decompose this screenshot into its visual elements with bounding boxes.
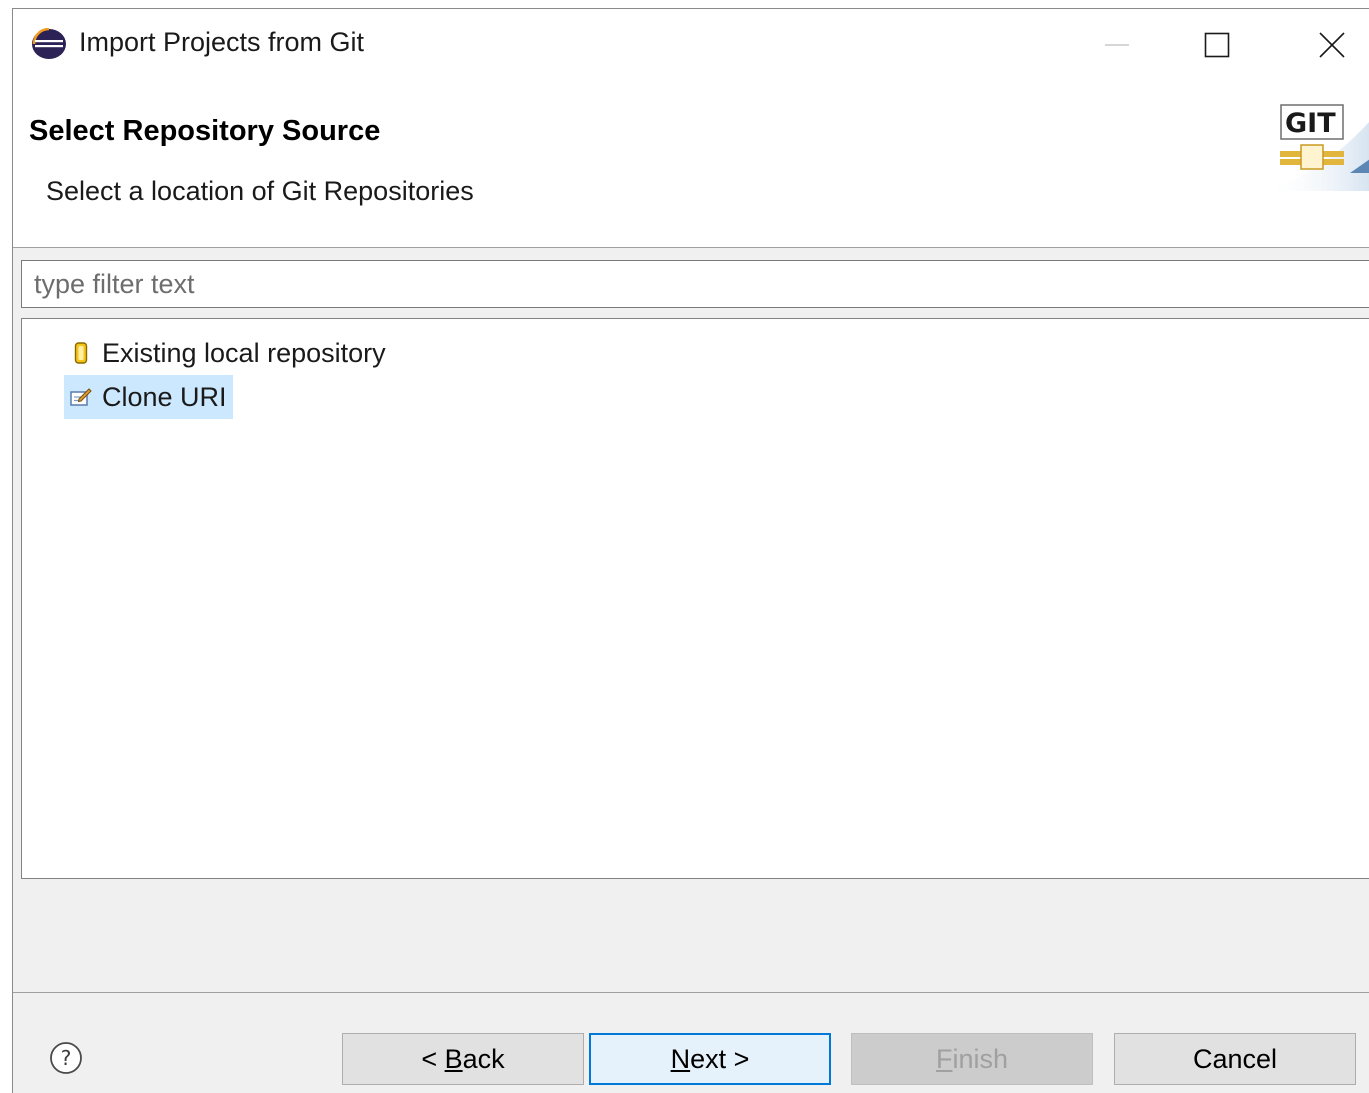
minimize-icon bbox=[1105, 44, 1129, 46]
clone-uri-icon bbox=[66, 383, 96, 411]
maximize-icon bbox=[1204, 32, 1230, 58]
page-title: Select Repository Source bbox=[29, 115, 381, 147]
filter-input[interactable] bbox=[21, 260, 1369, 308]
tree-item-label: Clone URI bbox=[102, 381, 227, 412]
finish-button-mnemonic: F bbox=[935, 1043, 953, 1074]
next-button-label: ext > bbox=[690, 1043, 750, 1074]
background-strip bbox=[0, 0, 12, 1093]
button-bar-separator bbox=[13, 992, 1369, 993]
cancel-button-label: Cancel bbox=[1192, 1043, 1278, 1074]
close-button[interactable] bbox=[1293, 9, 1369, 81]
eclipse-icon bbox=[32, 28, 66, 59]
title-bar: Import Projects from Git bbox=[13, 9, 1369, 81]
back-button-label: ack bbox=[462, 1043, 505, 1074]
tree-item-clone-uri[interactable]: Clone URI bbox=[64, 375, 233, 419]
next-button-mnemonic: N bbox=[670, 1043, 691, 1074]
finish-button-label: inish bbox=[952, 1043, 1009, 1074]
minimize-button[interactable] bbox=[1078, 9, 1156, 81]
back-button-prefix: < bbox=[421, 1043, 445, 1074]
svg-text:?: ? bbox=[61, 1046, 72, 1070]
back-button-mnemonic: B bbox=[444, 1043, 463, 1074]
close-icon bbox=[1319, 32, 1345, 58]
back-button[interactable]: < Back bbox=[342, 1033, 584, 1085]
tree-item-existing-local-repository[interactable]: Existing local repository bbox=[64, 331, 392, 375]
import-dialog: Import Projects from Git Select Reposito… bbox=[12, 8, 1369, 1093]
cancel-button[interactable]: Cancel bbox=[1114, 1033, 1356, 1085]
git-banner-icon: GIT bbox=[1265, 104, 1369, 191]
page-description: Select a location of Git Repositories bbox=[46, 176, 474, 206]
maximize-button[interactable] bbox=[1178, 9, 1256, 81]
wizard-header: Select Repository Source Select a locati… bbox=[13, 81, 1369, 248]
tree-item-label: Existing local repository bbox=[102, 337, 386, 368]
git-banner-label: GIT bbox=[1285, 108, 1336, 139]
window-title: Import Projects from Git bbox=[79, 27, 365, 57]
finish-button: Finish bbox=[851, 1033, 1093, 1085]
next-button[interactable]: Next > bbox=[589, 1033, 831, 1085]
repository-icon bbox=[66, 339, 96, 367]
help-icon[interactable]: ? bbox=[49, 1041, 83, 1075]
repository-source-tree[interactable]: Existing local repository Clone URI bbox=[21, 318, 1369, 879]
